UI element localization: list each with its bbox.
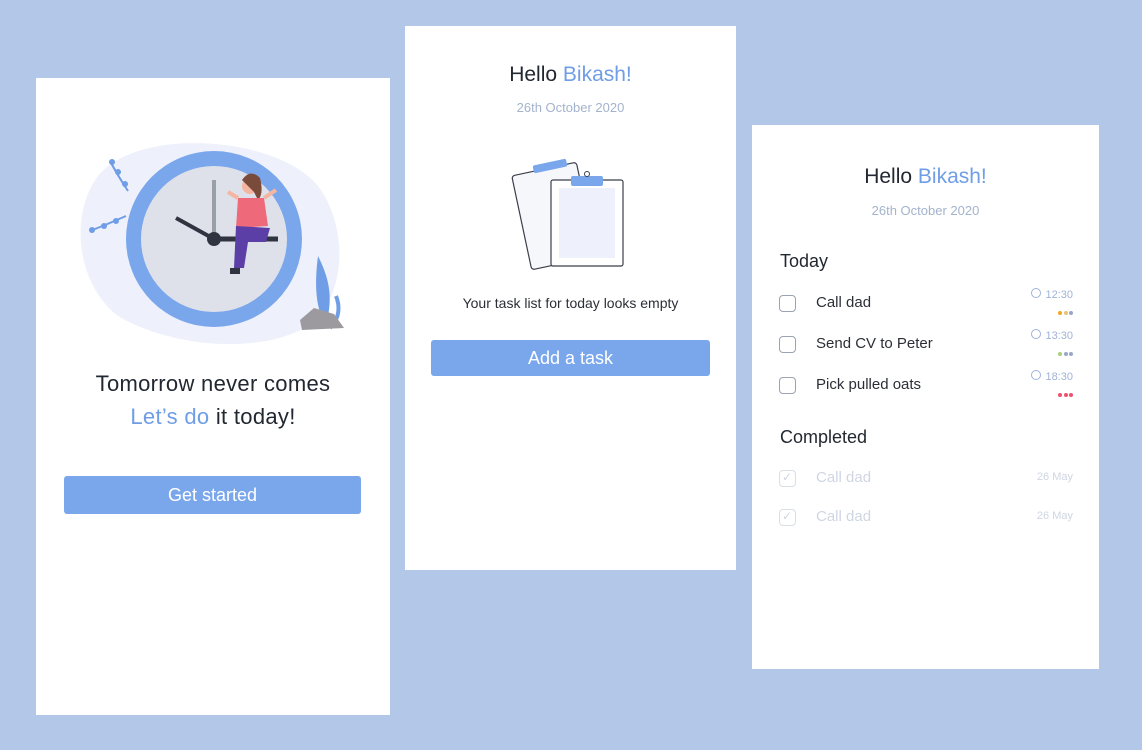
task-checkbox[interactable]: [779, 336, 796, 353]
task-label: Pick pulled oats: [816, 376, 922, 393]
task-label: Send CV to Peter: [816, 335, 933, 352]
completed-task-item[interactable]: ✓ Call dad 26 May: [779, 507, 1073, 529]
clock-illustration: [80, 143, 344, 345]
priority-dots: [1057, 384, 1073, 397]
greeting: Hello Bikash!: [405, 63, 736, 87]
task-item[interactable]: Call dad 12:30: [779, 288, 1073, 315]
clock-icon: [1031, 288, 1042, 298]
priority-dot: [1063, 352, 1068, 356]
check-icon: ✓: [782, 509, 793, 523]
task-item[interactable]: Send CV to Peter 13:30: [779, 329, 1073, 356]
greeting-text: Hello: [509, 63, 563, 86]
task-checkbox-checked[interactable]: ✓: [779, 509, 796, 526]
tagline-line-2: Let’s do it today!: [36, 404, 390, 430]
completed-date: 26 May: [1036, 471, 1073, 483]
priority-dot: [1063, 311, 1068, 315]
empty-tasks-screen: Hello Bikash! 26th October 2020 Your tas…: [405, 26, 736, 570]
completed-date: 26 May: [1036, 510, 1073, 522]
task-time: 13:30: [1031, 329, 1073, 342]
priority-dot: [1058, 393, 1062, 397]
onboarding-screen: Tomorrow never comes Let’s do it today! …: [36, 78, 390, 715]
task-checkbox[interactable]: [779, 295, 796, 312]
task-item[interactable]: Pick pulled oats 18:30: [779, 370, 1073, 397]
tagline-accent: Let’s do: [130, 404, 210, 429]
task-list-screen: Hello Bikash! 26th October 2020 Today Ca…: [752, 125, 1099, 669]
priority-dots: [1057, 343, 1073, 356]
current-date: 26th October 2020: [871, 203, 980, 218]
tagline-rest: it today!: [209, 404, 296, 429]
priority-dot: [1069, 393, 1073, 397]
user-name: Bikash!: [562, 63, 632, 86]
priority-dot: [1063, 393, 1068, 397]
clock-icon: [1031, 370, 1042, 380]
task-checkbox[interactable]: [779, 377, 796, 394]
clock-icon: [1031, 329, 1042, 339]
get-started-button[interactable]: Get started: [64, 476, 361, 514]
add-task-button[interactable]: Add a task: [431, 340, 710, 376]
task-label: Call dad: [816, 469, 872, 486]
clipboard-illustration: [511, 158, 624, 270]
today-heading: Today: [780, 251, 829, 271]
priority-dots: [1057, 302, 1073, 315]
task-time: 12:30: [1031, 288, 1073, 301]
check-icon: ✓: [782, 470, 793, 484]
task-time: 18:30: [1031, 370, 1073, 383]
user-name: Bikash!: [917, 165, 987, 188]
task-label: Call dad: [816, 294, 872, 311]
priority-dot: [1058, 352, 1062, 356]
priority-dot: [1058, 311, 1062, 315]
completed-heading: Completed: [780, 427, 868, 447]
task-checkbox-checked[interactable]: ✓: [779, 470, 796, 487]
completed-task-item[interactable]: ✓ Call dad 26 May: [779, 468, 1073, 490]
greeting: Hello Bikash!: [752, 165, 1099, 189]
task-label: Call dad: [816, 508, 872, 525]
greeting-text: Hello: [864, 165, 918, 188]
empty-message: Your task list for today looks empty: [462, 295, 679, 311]
current-date: 26th October 2020: [516, 100, 625, 115]
priority-dot: [1069, 352, 1073, 356]
tagline-line-1: Tomorrow never comes: [95, 371, 331, 396]
priority-dot: [1069, 311, 1073, 315]
